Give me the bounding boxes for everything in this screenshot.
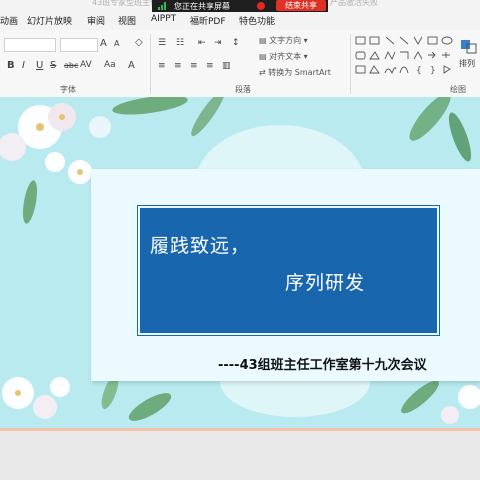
convert-smartart-label: 转换为 SmartArt [268,68,331,77]
align-center-icon[interactable]: ≡ [174,61,182,71]
slide-title-line1: 履践致远， [150,235,251,257]
arrange-button[interactable]: 排列 [457,36,479,78]
text-direction-button[interactable]: ▤ 文字方向 ▾ [259,35,308,46]
menu-aippt[interactable]: AIPPT [151,14,176,24]
align-left-icon[interactable]: ≡ [158,61,166,71]
menu-bar: 动画 幻灯片放映 审阅 视图 AIPPT 福昕PDF 特色功能 [0,10,480,30]
underline-button[interactable]: U [36,60,43,71]
strikethrough-button[interactable]: S [50,60,56,71]
font-color-button[interactable]: A [128,60,135,71]
slide-canvas[interactable]: 履践致远， 序列研发 ----43组班主任工作室第十九次会议 [0,97,480,428]
activation-status: 产品激活失败 [330,0,378,7]
title-card[interactable]: 履践致远， 序列研发 ----43组班主任工作室第十九次会议 [91,169,480,381]
menu-foxit-pdf[interactable]: 福昕PDF [190,14,226,27]
svg-text:{: { [416,66,422,76]
arrange-icon [461,40,477,54]
record-icon [257,2,265,10]
notes-area [0,428,480,480]
line-spacing-icon[interactable]: ↕ [232,38,240,48]
align-right-icon[interactable]: ≡ [190,61,198,71]
text-direction-label: 文字方向 [269,36,302,45]
next-slide-strip [0,428,480,431]
menu-review[interactable]: 审阅 [87,14,105,27]
menu-slideshow[interactable]: 幻灯片放映 [27,14,72,27]
font-name-select[interactable] [4,38,56,52]
shrink-font-button[interactable]: A [114,39,119,48]
strike-abc-button[interactable]: abc [64,61,78,70]
bold-button[interactable]: B [7,60,15,71]
align-text-label: 对齐文本 [269,52,302,61]
arrange-label: 排列 [459,59,475,68]
share-status: 您正在共享屏幕 [174,2,230,11]
shapes-gallery-icons: { } [355,36,453,76]
ribbon-divider [150,34,151,94]
justify-icon[interactable]: ≡ [206,61,214,71]
menu-animation[interactable]: 动画 [0,14,18,27]
font-size-select[interactable] [60,38,98,52]
svg-text:}: } [430,66,436,76]
paragraph-group-label: 段落 [235,85,251,94]
font-group-label: 字体 [60,85,76,94]
menu-special[interactable]: 特色功能 [239,14,275,27]
signal-icon [158,2,168,10]
bullets-icon[interactable]: ☰ [158,38,166,48]
change-case-button[interactable]: Aa [104,60,116,70]
char-spacing-button[interactable]: AV [80,60,92,70]
menu-view[interactable]: 视图 [118,14,136,27]
align-text-button[interactable]: ▤ 对齐文本 ▾ [259,51,308,62]
italic-button[interactable]: I [22,60,25,71]
slide-subtitle: ----43组班主任工作室第十九次会议 [218,358,427,373]
convert-smartart-button[interactable]: ⇄ 转换为 SmartArt [259,67,331,78]
end-share-button[interactable]: 结束共享 [276,0,326,11]
clear-format-icon[interactable]: ◇ [135,37,143,48]
numbering-icon[interactable]: ☷ [176,38,184,48]
increase-indent-icon[interactable]: ⇥ [214,38,222,48]
ribbon-divider [350,34,351,94]
screen-share-bar: 您正在共享屏幕 结束共享 [152,0,328,12]
shapes-gallery[interactable]: { } [354,35,454,77]
title-box[interactable]: 履践致远， 序列研发 [137,205,440,336]
columns-icon[interactable]: ▥ [222,61,231,71]
grow-font-button[interactable]: A [100,38,107,49]
drawing-group-label: 绘图 [450,85,466,94]
decrease-indent-icon[interactable]: ⇤ [198,38,206,48]
slide-title-line2: 序列研发 [285,272,366,294]
